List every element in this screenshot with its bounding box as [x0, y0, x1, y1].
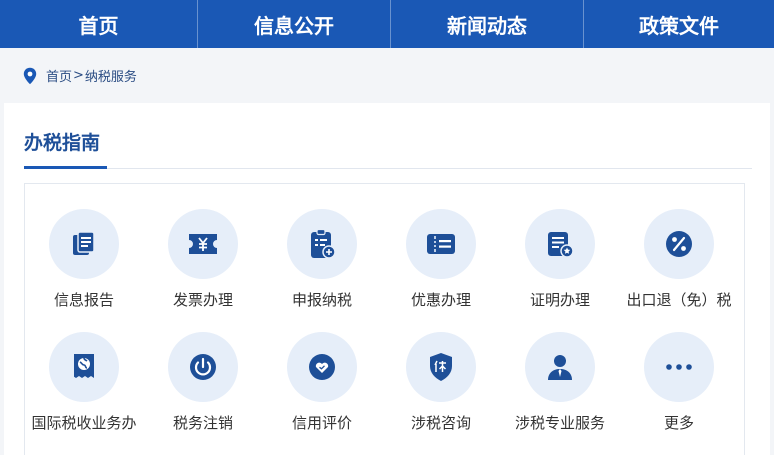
service-grid: 信息报告 发票办理 申报纳税 优惠办理 证明办理 出口退（免）税 国际税收业务办…	[24, 183, 745, 455]
service-label: 出口退（免）税	[626, 291, 732, 309]
document-stack-icon	[49, 209, 119, 279]
shield-bao-icon	[406, 332, 476, 402]
service-label: 证明办理	[529, 291, 590, 309]
service-label: 涉税专业服务	[514, 414, 605, 432]
more-dots-icon	[644, 332, 714, 402]
credit-heart-icon	[287, 332, 357, 402]
service-label: 发票办理	[172, 291, 233, 309]
nav-item-home[interactable]: 首页	[0, 0, 198, 48]
service-export-refund[interactable]: 出口退（免）税	[620, 209, 738, 327]
service-label: 信息报告	[53, 291, 114, 309]
service-credit-rating[interactable]: 信用评价	[263, 332, 381, 450]
service-tax-consulting[interactable]: 涉税咨询	[382, 332, 500, 450]
service-label: 信用评价	[291, 414, 352, 432]
coupon-icon	[406, 209, 476, 279]
breadcrumb-current: 纳税服务	[84, 70, 137, 85]
nav-item-info-disclosure[interactable]: 信息公开	[198, 0, 391, 48]
tax-guide-panel: 办税指南 信息报告 发票办理 申报纳税 优惠办理 证明办理 出口退（免）税 国际…	[4, 103, 770, 455]
percent-icon	[644, 209, 714, 279]
power-icon	[168, 332, 238, 402]
service-label: 涉税咨询	[410, 414, 471, 432]
section-title-underline	[24, 166, 107, 169]
service-label: 国际税收业务办	[31, 414, 137, 432]
service-preferential[interactable]: 优惠办理	[382, 209, 500, 327]
service-label: 税务注销	[172, 414, 233, 432]
clipboard-declare-icon	[287, 209, 357, 279]
invoice-yen-icon	[168, 209, 238, 279]
nav-item-policy[interactable]: 政策文件	[584, 0, 774, 48]
breadcrumb: 首页 > 纳税服务	[0, 48, 774, 103]
section-divider	[24, 168, 752, 169]
section-title: 办税指南	[24, 132, 101, 154]
service-invoice[interactable]: 发票办理	[144, 209, 262, 327]
service-professional-tax[interactable]: 涉税专业服务	[501, 332, 619, 450]
breadcrumb-separator: >	[73, 68, 84, 83]
service-international-tax[interactable]: 国际税收业务办	[25, 332, 143, 450]
breadcrumb-home-link[interactable]: 首页	[46, 66, 72, 85]
service-more[interactable]: 更多	[620, 332, 738, 450]
person-icon	[525, 332, 595, 402]
service-certificate[interactable]: 证明办理	[501, 209, 619, 327]
service-tax-cancellation[interactable]: 税务注销	[144, 332, 262, 450]
nav-item-news[interactable]: 新闻动态	[391, 0, 584, 48]
service-tax-declaration[interactable]: 申报纳税	[263, 209, 381, 327]
top-navigation: 首页 信息公开 新闻动态 政策文件	[0, 0, 774, 48]
service-info-report[interactable]: 信息报告	[25, 209, 143, 327]
location-pin-icon	[22, 67, 38, 85]
service-label: 优惠办理	[410, 291, 471, 309]
globe-document-icon	[49, 332, 119, 402]
service-label: 申报纳税	[291, 291, 352, 309]
certificate-icon	[525, 209, 595, 279]
service-label: 更多	[663, 414, 694, 432]
